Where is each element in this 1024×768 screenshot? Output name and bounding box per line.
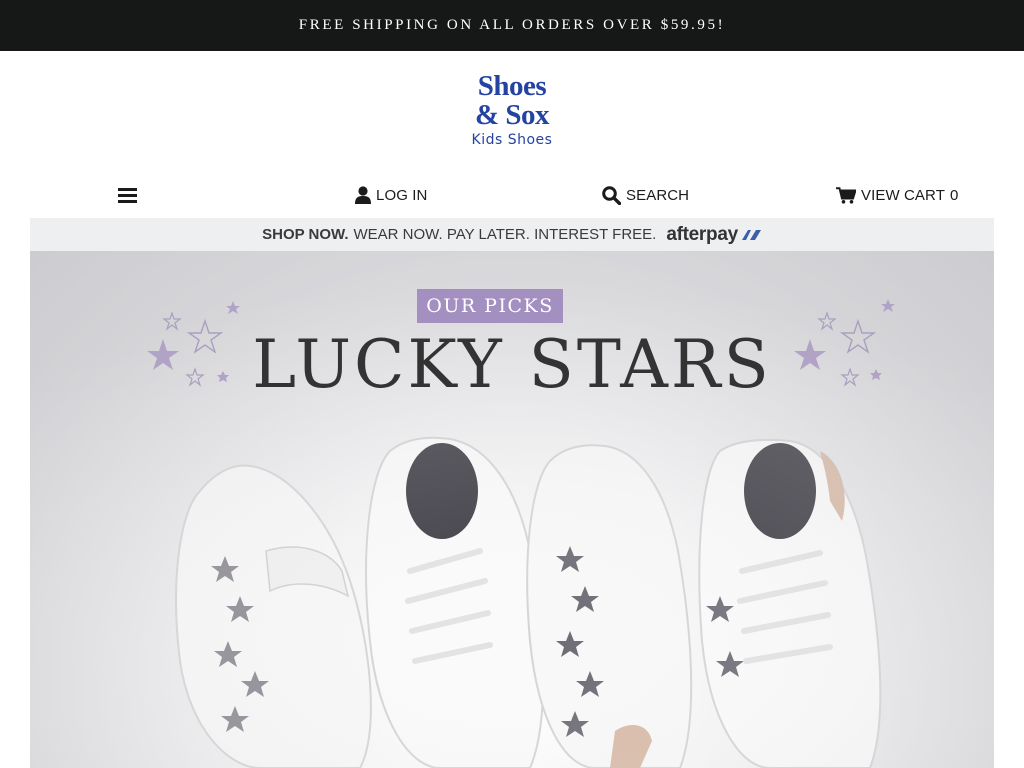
hero-banner[interactable]: OUR PICKS LUCKY STARS	[30, 251, 994, 768]
search-label: SEARCH	[626, 186, 690, 204]
announcement-bar: FREE SHIPPING ON ALL ORDERS OVER $59.95!	[0, 0, 1024, 51]
store-logo[interactable]: Shoes & Sox Kids Shoes	[462, 72, 562, 152]
afterpay-logo-text: afterpay	[666, 223, 738, 245]
announcement-text: FREE SHIPPING ON ALL ORDERS OVER $59.95!	[298, 17, 726, 33]
hamburger-icon	[118, 187, 138, 204]
logo-line-3: Kids Shoes	[471, 132, 553, 148]
main-nav: LOG IN SEARCH VIEW CART 0	[0, 178, 1024, 212]
menu-button[interactable]	[118, 178, 138, 212]
search-link[interactable]: SEARCH	[602, 178, 689, 212]
afterpay-banner[interactable]: SHOP NOW. WEAR NOW. PAY LATER. INTEREST …	[30, 218, 994, 251]
cart-count: 0	[949, 186, 959, 204]
search-icon	[602, 185, 621, 205]
logo-line-1: Shoes	[477, 70, 547, 102]
user-icon	[355, 186, 371, 204]
afterpay-text: WEAR NOW. PAY LATER. INTEREST FREE.	[353, 226, 657, 243]
cart-icon	[836, 186, 856, 204]
our-picks-badge: OUR PICKS	[417, 289, 563, 323]
afterpay-logo: afterpay	[666, 224, 762, 246]
view-cart-link[interactable]: VIEW CART 0	[836, 178, 958, 212]
logo-line-2: & Sox	[474, 99, 550, 131]
login-label: LOG IN	[376, 186, 428, 204]
cart-label: VIEW CART	[861, 186, 945, 204]
afterpay-arrows-icon	[741, 229, 761, 240]
login-link[interactable]: LOG IN	[355, 178, 427, 212]
afterpay-shop-now: SHOP NOW.	[262, 226, 349, 243]
hero-headline: LUCKY STARS	[252, 326, 772, 403]
